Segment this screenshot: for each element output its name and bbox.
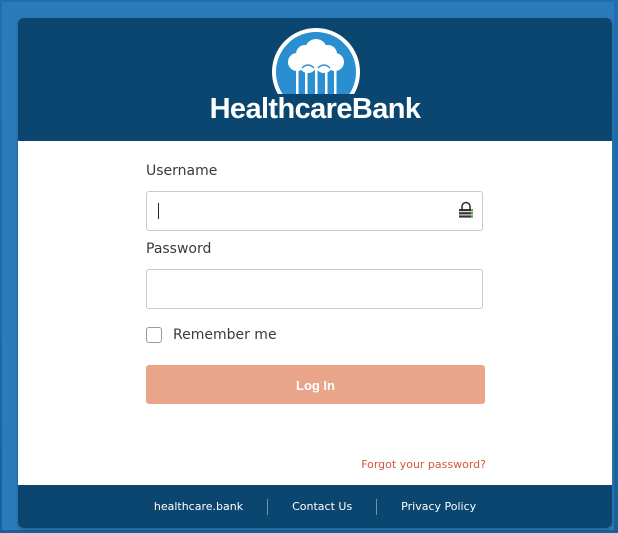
password-label: Password xyxy=(146,241,212,257)
login-button[interactable]: Log In xyxy=(146,365,485,404)
brand-name: HealthcareBank xyxy=(209,93,421,125)
brand-header: HealthcareBank xyxy=(18,18,612,141)
remember-me-label[interactable]: Remember me xyxy=(173,327,277,343)
username-input[interactable] xyxy=(146,191,483,231)
text-cursor xyxy=(158,203,159,219)
footer-bar: healthcare.bank Contact Us Privacy Polic… xyxy=(18,485,612,528)
trees-in-circle-icon xyxy=(272,28,360,94)
remember-me-row[interactable]: Remember me xyxy=(146,325,277,345)
footer-link-contact[interactable]: Contact Us xyxy=(268,500,376,513)
password-input[interactable] xyxy=(146,269,483,309)
forgot-password-link[interactable]: Forgot your password? xyxy=(361,458,486,471)
remember-me-checkbox[interactable] xyxy=(146,327,162,343)
login-card: HealthcareBank Username Password Remembe… xyxy=(18,18,612,528)
username-label: Username xyxy=(146,163,218,179)
footer-link-site[interactable]: healthcare.bank xyxy=(130,500,267,513)
password-manager-key-icon[interactable] xyxy=(457,201,475,221)
footer-link-privacy[interactable]: Privacy Policy xyxy=(377,500,500,513)
